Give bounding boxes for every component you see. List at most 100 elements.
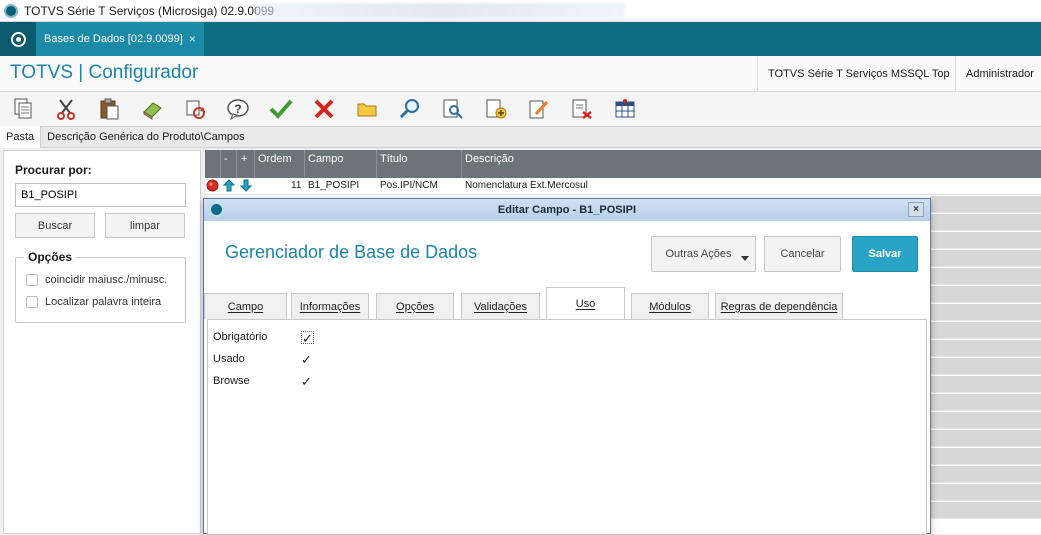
tab-regras-de-dependencia[interactable]: Regras de dependência bbox=[715, 293, 843, 319]
browse-label: Browse bbox=[213, 375, 250, 387]
eraser-icon[interactable] bbox=[139, 96, 165, 122]
totvs-menu-icon[interactable] bbox=[0, 22, 36, 56]
outras-acoes-label: Outras Ações bbox=[665, 248, 732, 260]
grid-stripe bbox=[930, 394, 1041, 411]
grid-stripe bbox=[930, 358, 1041, 375]
table-icon[interactable] bbox=[612, 96, 638, 122]
grid-stripe bbox=[930, 484, 1041, 501]
option-case-sensitive[interactable]: coincidir maiusc./minusc. bbox=[26, 274, 167, 286]
grid-stripe bbox=[930, 304, 1041, 321]
folder-icon[interactable] bbox=[354, 96, 380, 122]
options-legend: Opções bbox=[24, 250, 77, 264]
preview-icon[interactable] bbox=[440, 96, 466, 122]
cancel-button[interactable]: Cancelar bbox=[764, 236, 841, 272]
whole-word-label: Localizar palavra inteira bbox=[45, 296, 162, 308]
edit-icon[interactable] bbox=[526, 96, 552, 122]
grid-stripe bbox=[930, 340, 1041, 357]
grid-stripe bbox=[930, 376, 1041, 393]
grid-stripe bbox=[930, 250, 1041, 267]
status-red-icon bbox=[206, 179, 219, 195]
tab-validacoes[interactable]: Validações bbox=[461, 293, 540, 319]
case-sensitive-checkbox[interactable] bbox=[26, 274, 38, 286]
uso-tab-content: Obrigatório ✓ Usado ✓ Browse ✓ bbox=[207, 319, 927, 535]
copy-icon[interactable] bbox=[10, 96, 36, 122]
breadcrumb: Pasta Descrição Genérica do Produto\Camp… bbox=[0, 126, 1041, 148]
browse-checkbox[interactable]: ✓ bbox=[301, 375, 314, 388]
cell-campo: B1_POSIPI bbox=[308, 180, 360, 191]
options-group: Opções coincidir maiusc./minusc. Localiz… bbox=[15, 250, 186, 323]
breadcrumb-path: Descrição Genérica do Produto\Campos bbox=[47, 131, 245, 143]
window-title: TOTVS Série T Serviços (Microsiga) 02.9.… bbox=[24, 3, 275, 18]
buscar-button[interactable]: Buscar bbox=[15, 213, 95, 238]
grid-stripe bbox=[930, 268, 1041, 285]
tab-bases-de-dados[interactable]: Bases de Dados [02.9.0099] × bbox=[36, 22, 204, 56]
col-ordem[interactable]: Ordem bbox=[258, 153, 292, 165]
tab-opcoes[interactable]: Opções bbox=[376, 293, 454, 319]
pasta-tab[interactable]: Pasta bbox=[0, 126, 42, 148]
grid-stripe bbox=[930, 430, 1041, 447]
paste-icon[interactable] bbox=[96, 96, 122, 122]
col-titulo[interactable]: Título bbox=[380, 153, 408, 165]
grid-stripe bbox=[930, 322, 1041, 339]
whole-word-checkbox[interactable] bbox=[26, 296, 38, 308]
move-up-icon[interactable] bbox=[222, 179, 236, 195]
col-descricao[interactable]: Descrição bbox=[465, 153, 514, 165]
grid-header: - + Ordem Campo Título Descrição bbox=[205, 150, 1041, 178]
cell-ordem: 11 bbox=[291, 180, 302, 191]
cell-descricao: Nomenclatura Ext.Mercosul bbox=[465, 180, 588, 191]
edit-field-dialog: Editar Campo - B1_POSIPI × Gerenciador d… bbox=[203, 198, 931, 535]
close-icon[interactable]: × bbox=[908, 202, 924, 217]
chevron-down-icon bbox=[741, 256, 749, 261]
grid-stripe bbox=[930, 412, 1041, 429]
tab-label: Bases de Dados [02.9.0099] bbox=[44, 33, 183, 45]
search-label: Procurar por: bbox=[15, 163, 92, 177]
table-row[interactable]: 11 B1_POSIPI Pos.IPI/NCM Nomenclatura Ex… bbox=[205, 178, 1041, 195]
obrigatorio-label: Obrigatório bbox=[213, 331, 268, 343]
search-panel: Procurar por: Buscar limpar Opções coinc… bbox=[3, 150, 201, 534]
tab-informacoes[interactable]: Informações bbox=[291, 293, 369, 319]
tab-campo[interactable]: Campo bbox=[204, 293, 287, 319]
tab-modulos[interactable]: Módulos bbox=[631, 293, 709, 319]
environment-label[interactable]: TOTVS Série T Serviços MSSQL Top bbox=[757, 56, 950, 92]
dialog-tabs: Campo Informações Opções Validações Uso … bbox=[204, 287, 930, 319]
col-minus[interactable]: - bbox=[224, 153, 228, 165]
delete-icon[interactable] bbox=[569, 96, 595, 122]
app-brand: TOTVS | Configurador bbox=[10, 62, 199, 83]
outras-acoes-button[interactable]: Outras Ações bbox=[651, 236, 756, 272]
user-label[interactable]: Administrador bbox=[955, 56, 1034, 92]
grid-stripe bbox=[930, 196, 1041, 213]
dialog-headline: Gerenciador de Base de Dados bbox=[225, 242, 478, 262]
toolbar: ? bbox=[0, 92, 1041, 126]
limpar-button[interactable]: limpar bbox=[105, 213, 185, 238]
cancel-icon[interactable] bbox=[311, 96, 337, 122]
move-down-icon[interactable] bbox=[239, 179, 253, 195]
option-whole-word[interactable]: Localizar palavra inteira bbox=[26, 296, 161, 308]
usado-label: Usado bbox=[213, 353, 245, 365]
refresh-icon[interactable] bbox=[182, 96, 208, 122]
dialog-title: Editar Campo - B1_POSIPI bbox=[497, 204, 637, 216]
grid-stripe bbox=[930, 466, 1041, 483]
help-icon[interactable]: ? bbox=[225, 96, 251, 122]
grid-stripe bbox=[930, 232, 1041, 249]
tab-uso[interactable]: Uso bbox=[546, 287, 625, 319]
cell-titulo: Pos.IPI/NCM bbox=[380, 180, 438, 191]
app-header: TOTVS | Configurador TOTVS Série T Servi… bbox=[0, 56, 1041, 92]
dialog-titlebar: Editar Campo - B1_POSIPI × bbox=[204, 199, 930, 221]
search-icon[interactable] bbox=[397, 96, 423, 122]
add-icon[interactable] bbox=[483, 96, 509, 122]
obrigatorio-checkbox[interactable]: ✓ bbox=[301, 331, 314, 345]
dialog-app-icon bbox=[209, 202, 224, 217]
usado-checkbox[interactable]: ✓ bbox=[301, 353, 314, 366]
col-campo[interactable]: Campo bbox=[308, 153, 343, 165]
confirm-icon[interactable] bbox=[268, 96, 294, 122]
col-plus[interactable]: + bbox=[241, 153, 247, 165]
window-titlebar: TOTVS Série T Serviços (Microsiga) 02.9.… bbox=[0, 0, 1041, 22]
tab-close-icon[interactable]: × bbox=[189, 32, 196, 46]
document-tabbar: Bases de Dados [02.9.0099] × bbox=[0, 22, 1041, 56]
grid-stripe bbox=[930, 214, 1041, 231]
search-input[interactable] bbox=[15, 183, 186, 207]
save-button[interactable]: Salvar bbox=[852, 236, 918, 272]
blurred-taskbar-area bbox=[255, 3, 625, 18]
cut-icon[interactable] bbox=[53, 96, 79, 122]
case-sensitive-label: coincidir maiusc./minusc. bbox=[45, 274, 168, 286]
